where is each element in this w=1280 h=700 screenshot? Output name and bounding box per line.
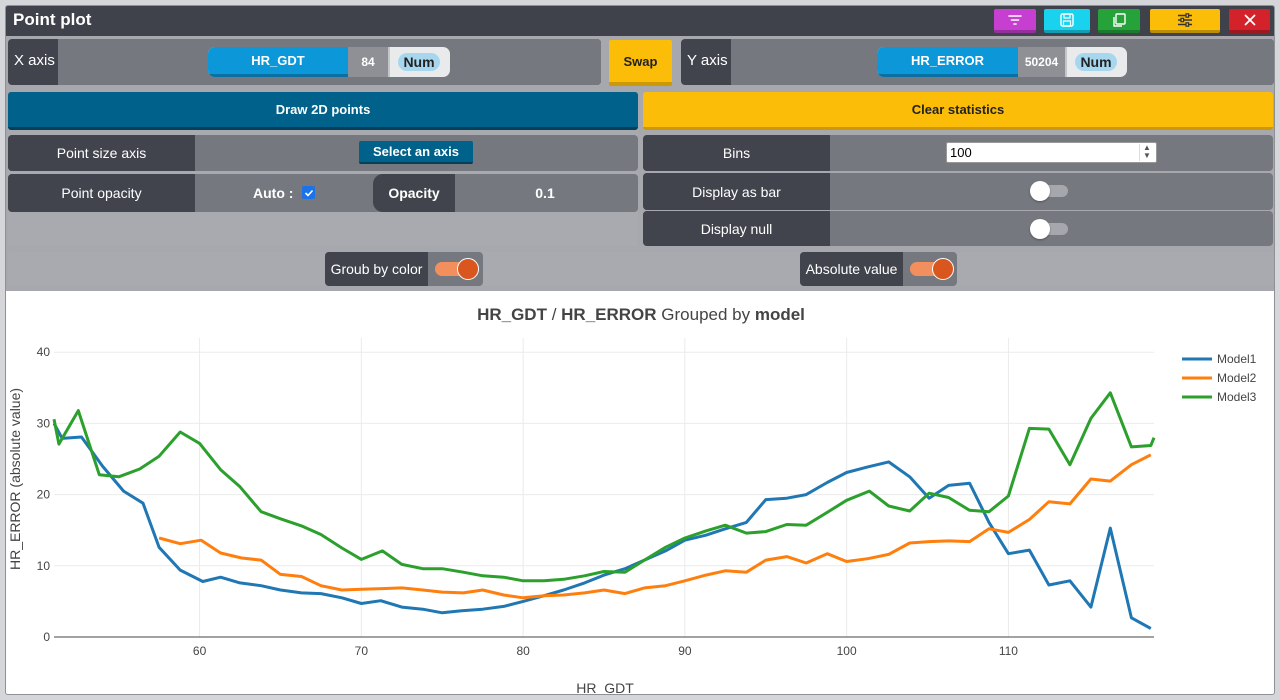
group-by-color-option: Groub by color	[325, 252, 483, 286]
point-opacity-label: Point opacity	[8, 174, 195, 212]
x-tick-label: 90	[678, 644, 692, 658]
absolute-value-label: Absolute value	[800, 252, 903, 286]
chart-title-sep: /	[547, 305, 561, 324]
display-null-label: Display null	[643, 211, 830, 246]
chart-title-y: HR_ERROR	[561, 305, 656, 324]
save-icon	[1060, 12, 1074, 27]
group-by-color-toggle[interactable]	[435, 258, 479, 280]
display-bar-label: Display as bar	[643, 173, 830, 210]
y-axis-panel: Y axis HR_ERROR 50204 Num	[681, 39, 1274, 85]
select-axis-button[interactable]: Select an axis	[359, 141, 473, 164]
y-tick-label: 30	[37, 416, 51, 430]
y-axis-type-badge: Num	[1075, 53, 1117, 71]
opacity-value[interactable]: 0.1	[455, 174, 635, 212]
auto-label: Auto :	[253, 185, 294, 201]
x-tick-label: 70	[355, 644, 369, 658]
y-axis-field[interactable]: HR_ERROR	[877, 47, 1018, 77]
copy-icon	[1113, 12, 1126, 27]
auto-checkbox[interactable]	[302, 186, 315, 199]
right-options-panel: Clear statistics Bins 100 ▲ ▼ Display as …	[643, 92, 1273, 246]
y-axis-title: HR_ERROR (absolute value)	[7, 388, 23, 570]
point-plot-window: Point plot X axis HR_GDT 84 Num Swap Y a…	[5, 5, 1275, 695]
x-tick-label: 100	[837, 644, 857, 658]
draw-2d-points-button[interactable]: Draw 2D points	[8, 92, 638, 130]
opacity-label: Opacity	[373, 174, 455, 212]
display-null-row: Display null	[643, 211, 1273, 246]
point-size-label: Point size axis	[8, 135, 195, 171]
y-axis-type: Num	[1067, 47, 1125, 77]
bins-input[interactable]: 100 ▲ ▼	[946, 142, 1157, 163]
close-icon	[1244, 14, 1255, 25]
filter-button[interactable]	[994, 9, 1036, 33]
left-options-panel: Draw 2D points Point size axis Select an…	[8, 92, 638, 246]
y-axis-count: 50204	[1018, 47, 1067, 77]
y-tick-label: 40	[37, 345, 51, 359]
chart-title: HR_GDT / HR_ERROR Grouped by model	[477, 305, 805, 324]
settings-button[interactable]	[1150, 9, 1220, 33]
save-button[interactable]	[1044, 9, 1090, 33]
y-axis-label: Y axis	[687, 52, 728, 69]
copy-button[interactable]	[1098, 9, 1140, 33]
chart-area: HR_GDT / HR_ERROR Grouped by model 60 70 8…	[6, 291, 1275, 695]
swap-button[interactable]: Swap	[609, 40, 672, 86]
group-by-color-label: Groub by color	[325, 252, 428, 286]
group-by-color-knob	[457, 258, 479, 280]
legend-label: Model2	[1217, 371, 1257, 385]
y-tick-label: 0	[43, 630, 50, 644]
series-line-model2	[158, 453, 1152, 600]
close-button[interactable]	[1229, 9, 1270, 33]
display-bar-toggle[interactable]	[1030, 181, 1068, 201]
bins-value: 100	[950, 145, 972, 160]
display-bar-row: Display as bar	[643, 173, 1273, 210]
window-title: Point plot	[13, 10, 92, 29]
chart-title-group: model	[755, 305, 805, 324]
x-axis-label: X axis	[14, 52, 55, 69]
display-bar-knob	[1030, 181, 1050, 201]
clear-statistics-button[interactable]: Clear statistics	[643, 92, 1273, 130]
checkmark-icon	[304, 189, 313, 197]
point-size-row: Point size axis Select an axis	[8, 135, 638, 171]
x-axis-pill[interactable]: HR_GDT 84 Num	[208, 47, 450, 77]
absolute-value-option: Absolute value	[800, 252, 957, 286]
chart-title-mid: Grouped by	[657, 305, 755, 324]
display-null-knob	[1030, 219, 1050, 239]
series-line-model1	[52, 422, 1152, 630]
y-axis-pill[interactable]: HR_ERROR 50204 Num	[877, 47, 1127, 77]
x-axis-type: Num	[390, 47, 448, 77]
filter-icon	[1008, 14, 1022, 25]
absolute-value-knob	[932, 258, 954, 280]
sliders-icon	[1178, 12, 1192, 27]
opacity-box: Opacity 0.1	[373, 174, 638, 212]
y-tick-label: 10	[37, 559, 51, 573]
x-tick-label: 110	[999, 644, 1018, 658]
display-null-toggle[interactable]	[1030, 219, 1068, 239]
x-axis-field[interactable]: HR_GDT	[208, 47, 348, 77]
x-axis-title: HR_GDT	[576, 680, 634, 695]
title-bar: Point plot	[6, 6, 1274, 36]
x-axis-count: 84	[348, 47, 390, 77]
chart-title-x: HR_GDT	[477, 305, 548, 324]
point-opacity-row: Point opacity Auto : Opacity 0.1	[8, 174, 638, 212]
x-axis-panel: X axis HR_GDT 84 Num	[8, 39, 601, 85]
legend-label: Model3	[1217, 390, 1257, 404]
absolute-value-toggle[interactable]	[910, 258, 954, 280]
y-tick-label: 20	[37, 488, 51, 502]
bins-stepper[interactable]: ▲ ▼	[1139, 144, 1154, 161]
bins-label: Bins	[643, 135, 830, 171]
x-tick-label: 80	[516, 644, 530, 658]
bins-row: Bins 100 ▲ ▼	[643, 135, 1273, 171]
x-tick-label: 60	[193, 644, 207, 658]
options-bar: Groub by color Absolute value	[8, 252, 1274, 286]
legend-label: Model1	[1217, 352, 1257, 366]
x-axis-type-badge: Num	[398, 53, 440, 71]
line-chart[interactable]: HR_GDT / HR_ERROR Grouped by model 60 70 8…	[6, 291, 1275, 695]
